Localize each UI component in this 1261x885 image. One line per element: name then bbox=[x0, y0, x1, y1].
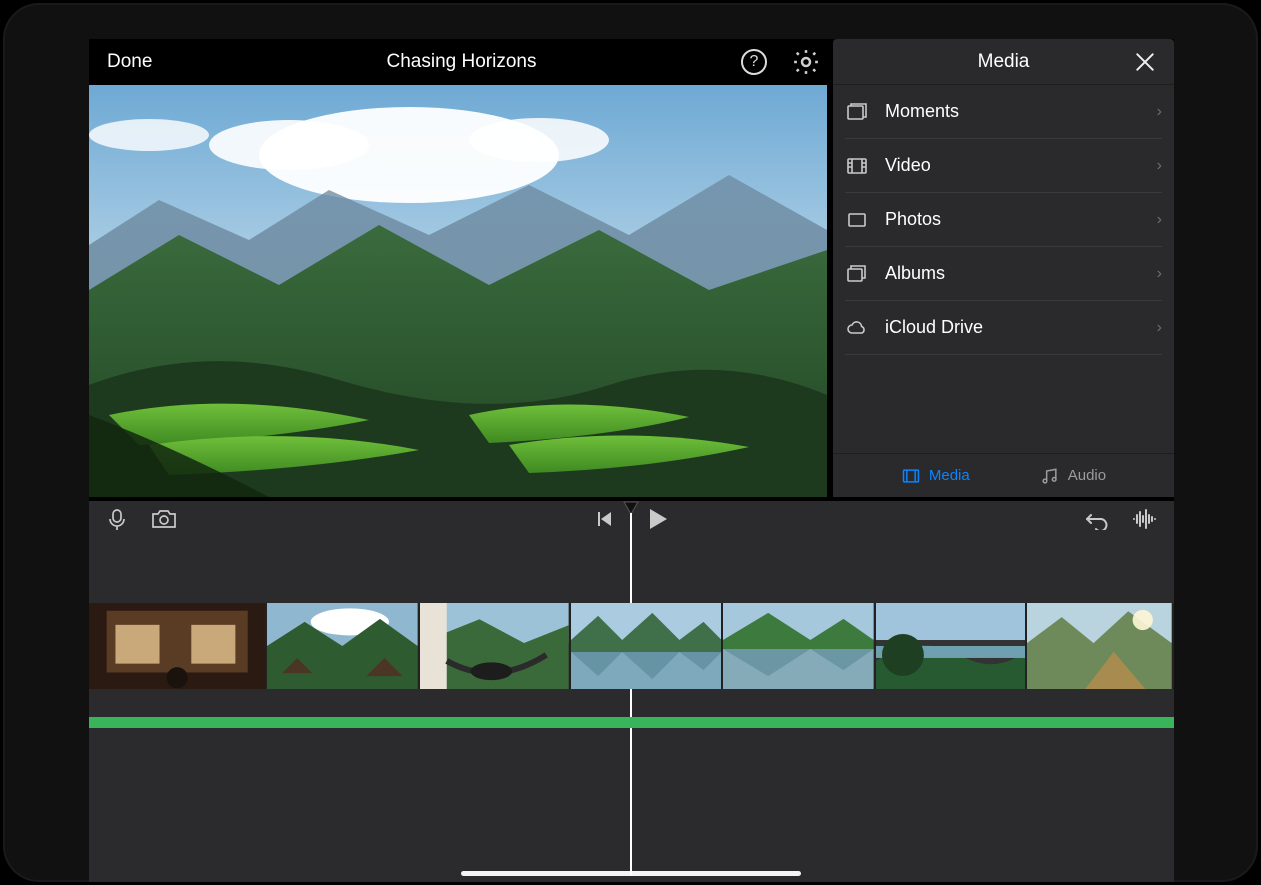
chevron-right-icon: › bbox=[1157, 319, 1162, 337]
cloud-icon bbox=[845, 316, 885, 340]
project-title: Chasing Horizons bbox=[89, 51, 834, 73]
chevron-right-icon: › bbox=[1157, 157, 1162, 175]
tab-media-label: Media bbox=[929, 467, 970, 484]
film-icon bbox=[901, 466, 921, 486]
albums-icon bbox=[845, 262, 885, 286]
chevron-right-icon: › bbox=[1157, 103, 1162, 121]
tab-media[interactable]: Media bbox=[901, 466, 970, 486]
tab-audio-label: Audio bbox=[1068, 467, 1106, 484]
media-item-photos[interactable]: Photos › bbox=[845, 193, 1162, 247]
timeline-clip[interactable] bbox=[1027, 603, 1172, 689]
home-indicator[interactable] bbox=[461, 871, 801, 876]
play-icon bbox=[647, 507, 669, 531]
clip-thumbnail bbox=[571, 603, 722, 689]
media-item-albums[interactable]: Albums › bbox=[845, 247, 1162, 301]
play-button[interactable] bbox=[647, 507, 669, 536]
timeline-track[interactable] bbox=[89, 603, 1174, 689]
tablet-frame: Done Chasing Horizons ? bbox=[3, 3, 1258, 882]
clip-thumbnail bbox=[876, 603, 1026, 689]
playhead-line[interactable] bbox=[630, 513, 632, 875]
timeline-clip[interactable] bbox=[267, 603, 418, 689]
video-preview[interactable] bbox=[89, 85, 827, 497]
moments-icon bbox=[845, 100, 885, 124]
camera-button[interactable] bbox=[151, 508, 177, 535]
go-to-start-button[interactable] bbox=[594, 509, 614, 534]
gear-icon bbox=[791, 47, 821, 77]
timeline-clip[interactable] bbox=[723, 603, 874, 689]
media-panel-header: Media bbox=[833, 39, 1174, 85]
preview-image bbox=[89, 85, 827, 497]
record-voiceover-button[interactable] bbox=[107, 508, 127, 537]
help-button[interactable]: ? bbox=[741, 49, 767, 75]
media-item-video[interactable]: Video › bbox=[845, 139, 1162, 193]
media-list: Moments › Video › Photos › bbox=[833, 85, 1174, 355]
clip-thumbnail bbox=[89, 603, 265, 689]
skip-back-icon bbox=[594, 509, 614, 529]
settings-button[interactable] bbox=[791, 47, 821, 77]
media-panel-title: Media bbox=[978, 51, 1030, 73]
media-item-icloud[interactable]: iCloud Drive › bbox=[845, 301, 1162, 355]
clip-thumbnail bbox=[267, 603, 418, 689]
media-tabs: Media Audio bbox=[833, 453, 1174, 497]
media-item-label: Video bbox=[885, 155, 1157, 176]
media-item-label: Moments bbox=[885, 101, 1157, 122]
photos-icon bbox=[845, 208, 885, 232]
media-item-moments[interactable]: Moments › bbox=[845, 85, 1162, 139]
waveform-icon bbox=[1132, 508, 1156, 530]
timeline-clip[interactable] bbox=[876, 603, 1026, 689]
clip-thumbnail bbox=[1027, 603, 1172, 689]
camera-icon bbox=[151, 508, 177, 530]
video-icon bbox=[845, 154, 885, 178]
microphone-icon bbox=[107, 508, 127, 532]
tab-audio[interactable]: Audio bbox=[1040, 466, 1106, 486]
clip-thumbnail bbox=[420, 603, 569, 689]
media-item-label: Photos bbox=[885, 209, 1157, 230]
chevron-right-icon: › bbox=[1157, 265, 1162, 283]
music-icon bbox=[1040, 466, 1060, 486]
help-icon: ? bbox=[750, 53, 759, 71]
media-item-label: Albums bbox=[885, 263, 1157, 284]
audio-waveform-button[interactable] bbox=[1132, 508, 1156, 535]
close-icon bbox=[1134, 51, 1156, 73]
timeline-clip[interactable] bbox=[89, 603, 265, 689]
app-window: Done Chasing Horizons ? bbox=[89, 39, 1174, 856]
header-bar: Done Chasing Horizons ? bbox=[89, 39, 834, 85]
undo-button[interactable] bbox=[1086, 508, 1110, 535]
media-close-button[interactable] bbox=[1134, 51, 1156, 73]
media-panel: Media Moments › Video bbox=[833, 39, 1174, 497]
timeline-area bbox=[89, 501, 1174, 882]
clip-thumbnail bbox=[723, 603, 874, 689]
media-item-label: iCloud Drive bbox=[885, 317, 1157, 338]
timeline-clip[interactable] bbox=[420, 603, 569, 689]
chevron-right-icon: › bbox=[1157, 211, 1162, 229]
audio-track[interactable] bbox=[89, 717, 1174, 728]
timeline-clip[interactable] bbox=[571, 603, 722, 689]
undo-icon bbox=[1086, 508, 1110, 530]
